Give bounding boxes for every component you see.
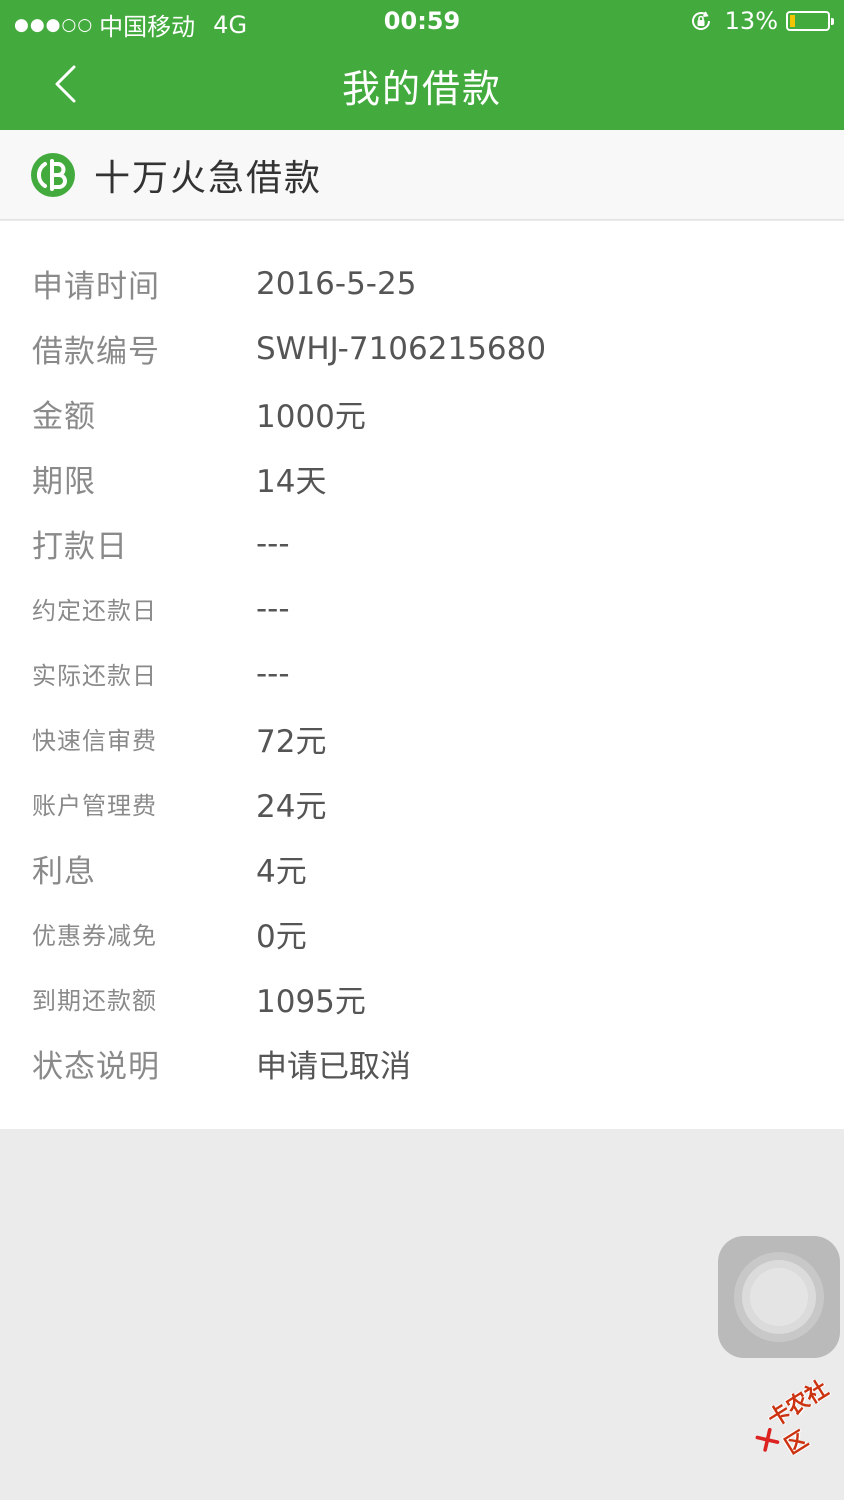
assistive-touch-ring <box>734 1252 824 1342</box>
detail-value: 72元 <box>256 724 327 760</box>
detail-row: 约定还款日 --- <box>0 576 844 641</box>
detail-row: 快速信审费 72元 <box>0 706 844 771</box>
detail-label: 快速信审费 <box>32 727 157 755</box>
detail-value: --- <box>256 655 290 692</box>
detail-label: 优惠券减免 <box>32 922 157 950</box>
detail-label: 账户管理费 <box>32 792 157 820</box>
battery-fill <box>790 15 795 27</box>
watermark: 卡农社区 <box>742 1364 844 1472</box>
detail-label: 实际还款日 <box>32 662 157 690</box>
detail-value: 0元 <box>256 919 307 955</box>
assistive-touch-button[interactable] <box>718 1236 840 1358</box>
detail-row: 金额 1000元 <box>0 381 844 446</box>
coin-logo-icon <box>31 152 75 197</box>
product-header: 十万火急借款 <box>0 130 844 220</box>
app-header: ●●●○○ 中国移动 4G 00:59 13% 我的借款 <box>0 0 844 130</box>
detail-value: --- <box>256 590 290 627</box>
page-title: 我的借款 <box>341 67 502 111</box>
detail-label: 期限 <box>32 464 96 500</box>
detail-row: 利息 4元 <box>0 836 844 901</box>
detail-value: 4元 <box>256 854 307 890</box>
detail-row: 到期还款额 1095元 <box>0 966 844 1031</box>
detail-value: 24元 <box>256 789 327 825</box>
detail-row: 优惠券减免 0元 <box>0 901 844 966</box>
detail-value: 1000元 <box>256 399 366 435</box>
detail-label: 打款日 <box>32 529 128 565</box>
status-value: 申请已取消 <box>256 1049 411 1085</box>
detail-label: 金额 <box>32 399 96 435</box>
detail-row: 借款编号 SWHJ-7106215680 <box>0 316 844 381</box>
detail-label: 状态说明 <box>32 1049 160 1085</box>
detail-row: 账户管理费 24元 <box>0 771 844 836</box>
detail-value: 2016-5-25 <box>256 265 417 302</box>
status-bar: ●●●○○ 中国移动 4G 00:59 13% <box>0 0 844 42</box>
detail-value: 14天 <box>256 464 327 500</box>
assistive-touch-ring-inner <box>742 1260 816 1334</box>
status-right: 13% <box>689 7 834 35</box>
detail-label: 约定还款日 <box>32 597 157 625</box>
detail-value: SWHJ-7106215680 <box>256 330 547 367</box>
detail-row: 状态说明 申请已取消 <box>0 1031 844 1096</box>
battery-percent: 13% <box>724 7 778 35</box>
battery-icon <box>786 11 834 31</box>
detail-row: 打款日 --- <box>0 511 844 576</box>
detail-row: 期限 14天 <box>0 446 844 511</box>
detail-value: 1095元 <box>256 984 366 1020</box>
product-name: 十万火急借款 <box>94 157 323 199</box>
detail-label: 利息 <box>32 854 96 890</box>
detail-label: 申请时间 <box>32 269 160 305</box>
detail-value: --- <box>256 525 290 562</box>
loan-details-panel: 申请时间 2016-5-25 借款编号 SWHJ-7106215680 金额 1… <box>0 221 844 1129</box>
detail-row: 实际还款日 --- <box>0 641 844 706</box>
rotation-lock-icon <box>691 11 710 30</box>
detail-label: 借款编号 <box>32 334 160 370</box>
detail-row: 申请时间 2016-5-25 <box>0 251 844 316</box>
detail-label: 到期还款额 <box>32 987 157 1015</box>
assistive-touch-core <box>750 1268 808 1326</box>
